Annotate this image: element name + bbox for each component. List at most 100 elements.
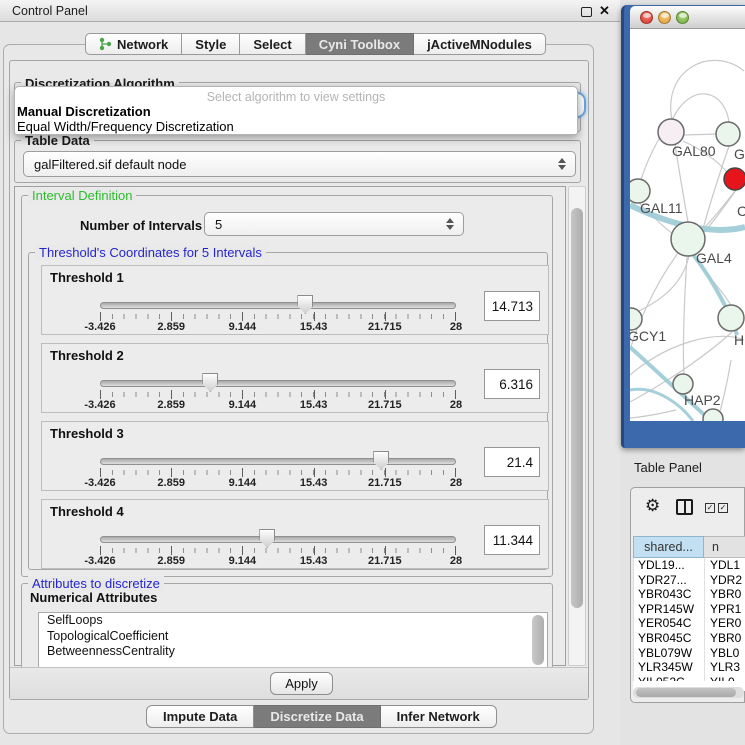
table-row[interactable]: YBR043CYBR0 [634,587,745,602]
table-row[interactable]: YER054CYER0 [634,616,745,631]
checkbox-icon[interactable]: ✓ [705,503,715,513]
threshold-row: Threshold 2 -3.4262.8599.14415.4321.7152… [41,343,549,413]
slider-major-ticks [100,546,456,555]
columns-icon[interactable] [676,499,693,515]
slider-axis-labels: -3.4262.8599.14415.4321.71528 [100,321,456,334]
threshold-row: Threshold 1 -3.4262.8599.14415.4321.7152… [41,265,549,335]
network-graph: GAL80 GA C GAL11 GAL4 GCY1 H HAP2 [630,29,745,421]
table-header-row: shared... n [633,536,745,558]
node-label: GAL4 [696,250,732,266]
slider-major-ticks [100,468,456,477]
slider-axis-labels: -3.4262.8599.14415.4321.71528 [100,477,456,490]
node-label: H [734,332,744,348]
tab-network[interactable]: Network [85,33,182,55]
slider-axis-labels: -3.4262.8599.14415.4321.71528 [100,399,456,412]
table-body: YDL19...YDL1 YDR27...YDR2 YBR043CYBR0 YP… [633,558,745,681]
dropdown-option-equal-width[interactable]: Equal Width/Frequency Discretization [15,119,577,134]
list-item[interactable]: BetweennessCentrality [39,644,547,660]
network-canvas[interactable]: GAL80 GA C GAL11 GAL4 GCY1 H HAP2 [630,29,745,421]
interval-definition-label: Interval Definition [28,188,136,203]
threshold-value-field[interactable] [484,369,540,399]
node-label: HAP2 [684,392,721,408]
list-item[interactable]: SelfLoops [39,613,547,629]
threshold-value-field[interactable] [484,291,540,321]
scrollbar-thumb[interactable] [571,208,583,608]
column-header-shared-name[interactable]: shared... [633,536,704,558]
threshold-slider[interactable]: -3.4262.8599.14415.4321.71528 [100,422,456,492]
tab-select[interactable]: Select [240,33,305,55]
combo-arrows-icon [558,158,566,170]
gear-icon[interactable]: ⚙ [645,496,660,516]
node-h[interactable] [718,305,744,331]
zoom-traffic-light-icon[interactable] [676,11,689,24]
minimize-traffic-light-icon[interactable] [658,11,671,24]
node-gal80[interactable] [658,119,684,145]
numerical-attributes-label: Numerical Attributes [30,590,157,605]
node-gcy1[interactable] [630,308,642,330]
settings-viewport: Interval Definition Number of Intervals … [14,186,566,666]
tab-discretize-data[interactable]: Discretize Data [254,705,380,728]
tab-style[interactable]: Style [182,33,240,55]
threshold-slider[interactable]: -3.4262.8599.14415.4321.71528 [100,344,456,414]
float-window-icon[interactable] [581,7,592,17]
settings-scrollbar[interactable] [568,186,586,666]
number-of-intervals-label: Number of Intervals [80,218,202,233]
thresholds-group: Threshold's Coordinates for 5 Intervals … [28,252,548,570]
slider-track[interactable] [100,536,456,543]
table-data-label: Table Data [21,133,94,148]
dropdown-option-manual[interactable]: Manual Discretization [15,104,577,119]
attributes-group: Attributes to discretize Numerical Attri… [21,583,553,669]
threshold-row: Threshold 3 -3.4262.8599.14415.4321.7152… [41,421,549,491]
table-row[interactable]: YBR045CYBR0 [634,631,745,646]
node-hap2[interactable] [673,374,693,394]
tab-impute-data[interactable]: Impute Data [146,705,254,728]
table-row[interactable]: YDR27...YDR2 [634,573,745,588]
tab-jactivemnodules[interactable]: jActiveMNodules [414,33,546,55]
cyni-bottom-tabs: Impute Data Discretize Data Infer Networ… [146,705,497,728]
slider-track[interactable] [100,458,456,465]
node-ga[interactable] [716,122,740,146]
table-row[interactable]: YBL079WYBL0 [634,646,745,661]
control-panel-titlebar: Control Panel ✕ [0,0,620,22]
close-icon[interactable]: ✕ [599,3,610,19]
table-row[interactable]: YPR145WYPR1 [634,602,745,617]
table-row[interactable]: YLR345WYLR3 [634,660,745,675]
node-table: shared... n YDL19...YDL1 YDR27...YDR2 YB… [633,536,745,691]
table-row[interactable]: YIL052CYIL0 [634,675,745,681]
threshold-row: Threshold 4 -3.4262.8599.14415.4321.7152… [41,499,549,569]
table-data-combobox[interactable]: galFiltered.sif default node [23,151,576,177]
network-view-window: GAL80 GA C GAL11 GAL4 GCY1 H HAP2 [621,5,745,448]
slider-major-ticks [100,390,456,399]
scrollbar-thumb[interactable] [636,688,736,697]
node-label: C [737,203,745,219]
node-red-selected[interactable] [724,168,745,190]
list-scrollbar[interactable] [532,615,544,665]
threshold-slider[interactable]: -3.4262.8599.14415.4321.71528 [100,266,456,336]
table-horizontal-scrollbar[interactable] [633,687,744,698]
close-traffic-light-icon[interactable] [640,11,653,24]
slider-track[interactable] [100,302,456,309]
table-panel: ⚙ ✓ ✓ shared... n YDL19...YDL1 YDR27...Y… [630,487,745,703]
tab-infer-network[interactable]: Infer Network [381,705,497,728]
apply-row: Apply [10,667,588,699]
number-of-intervals-combobox[interactable]: 5 [204,212,464,236]
slider-track[interactable] [100,380,456,387]
table-row[interactable]: YDL19...YDL1 [634,558,745,573]
slider-axis-labels: -3.4262.8599.14415.4321.71528 [100,555,456,568]
node-label: GAL11 [640,200,683,216]
list-item[interactable]: TopologicalCoefficient [39,629,547,645]
threshold-slider[interactable]: -3.4262.8599.14415.4321.71528 [100,500,456,570]
table-data-group: Table Data galFiltered.sif default node [14,140,581,183]
apply-button[interactable]: Apply [270,672,333,695]
column-header-name[interactable]: n [704,536,745,558]
threshold-value-field[interactable] [484,447,540,477]
numerical-attributes-list[interactable]: SelfLoops TopologicalCoefficient Between… [38,612,548,668]
checkbox-icon[interactable]: ✓ [718,503,728,513]
thresholds-group-label: Threshold's Coordinates for 5 Intervals [35,245,266,260]
control-panel-tabs: Network Style Select Cyni Toolbox jActiv… [85,33,546,55]
node-label: GCY1 [630,328,666,344]
tab-cyni-toolbox[interactable]: Cyni Toolbox [306,33,414,55]
threshold-value-field[interactable] [484,525,540,555]
algorithm-dropdown-popup: Select algorithm to view settings Manual… [14,86,578,135]
slider-major-ticks [100,312,456,321]
